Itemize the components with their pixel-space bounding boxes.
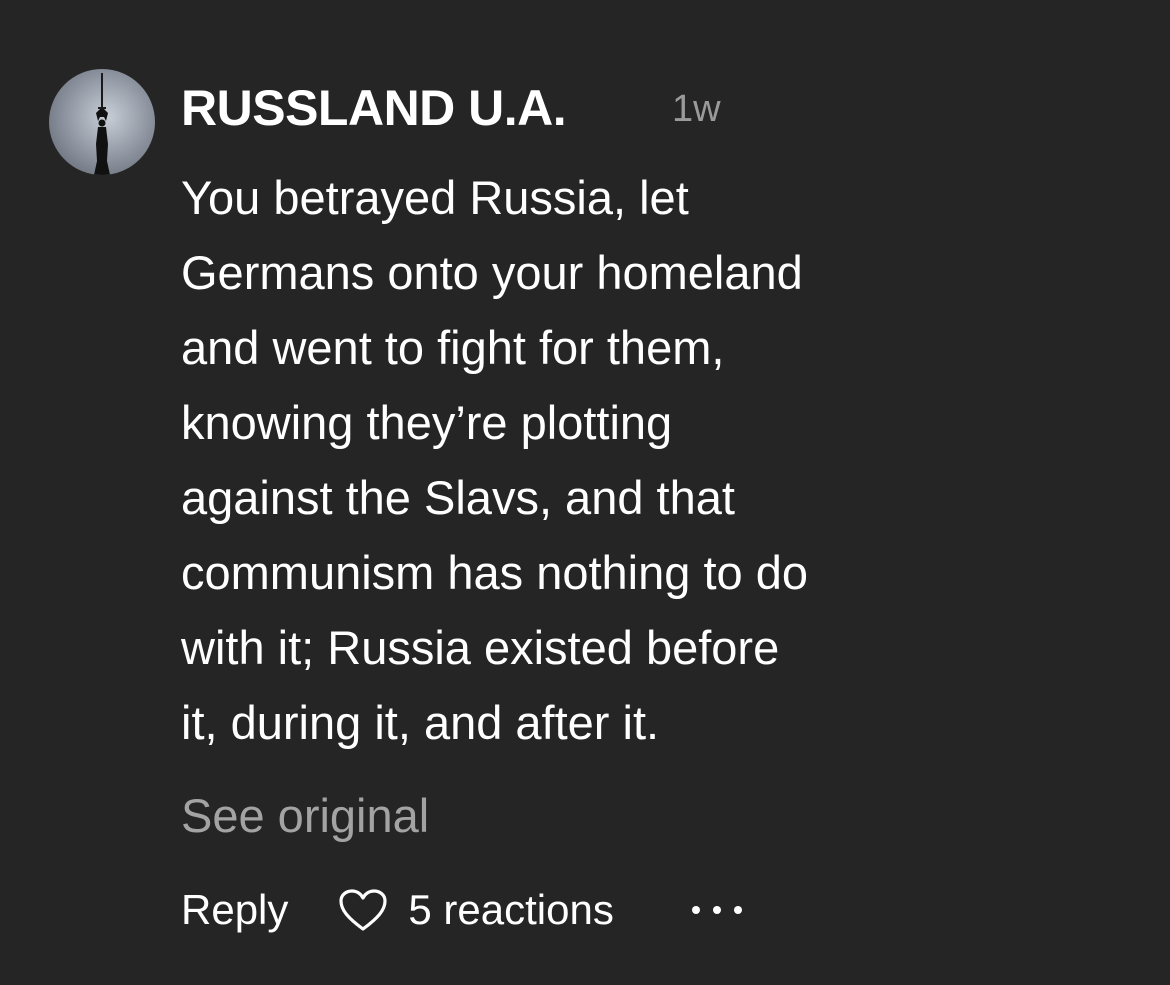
reply-button[interactable]: Reply	[181, 880, 288, 940]
heart-outline-icon[interactable]	[338, 888, 388, 932]
comment-body-line: Germans onto your homeland	[181, 246, 803, 299]
comment-body-line: against the Slavs, and that	[181, 471, 735, 524]
more-dot	[691, 906, 700, 914]
statue-silhouette-icon	[94, 73, 110, 175]
reactions-count[interactable]: 5 reactions	[408, 880, 613, 940]
more-dot	[733, 906, 742, 914]
comment: RUSSLAND U.A. 1w You betrayed Russia, le…	[0, 0, 1170, 985]
reactions-button[interactable]: 5 reactions	[338, 880, 614, 940]
comment-body-line: You betrayed Russia, let	[181, 171, 689, 224]
comment-body: You betrayed Russia, let Germans onto yo…	[181, 160, 1121, 760]
more-dot	[712, 906, 721, 914]
more-dots-icon[interactable]	[691, 895, 742, 925]
username[interactable]: RUSSLAND U.A.	[181, 78, 567, 138]
timestamp: 1w	[672, 88, 721, 130]
comment-body-line: knowing they’re plotting	[181, 396, 673, 449]
avatar[interactable]	[49, 69, 155, 175]
comment-body-line: it, during it, and after it.	[181, 696, 660, 749]
comment-body-line: and went to fight for them,	[181, 321, 725, 374]
see-original-link[interactable]: See original	[181, 786, 429, 846]
comment-body-line: communism has nothing to do	[181, 546, 808, 599]
comment-actions: Reply 5 reactions	[181, 880, 742, 940]
comment-body-line: with it; Russia existed before	[181, 621, 780, 674]
